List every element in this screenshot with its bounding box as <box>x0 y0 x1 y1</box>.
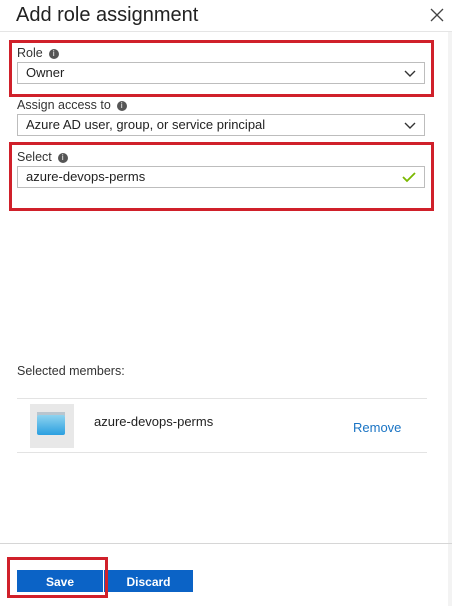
member-divider <box>17 398 427 399</box>
assign-access-dropdown[interactable]: Azure AD user, group, or service princip… <box>17 114 425 136</box>
info-icon[interactable]: i <box>116 100 127 111</box>
member-divider <box>17 452 427 453</box>
save-highlight-frame <box>7 557 108 598</box>
page-title: Add role assignment <box>16 4 199 26</box>
scroll-gutter <box>448 32 452 606</box>
assign-access-value: Azure AD user, group, or service princip… <box>26 117 266 132</box>
selected-members-heading: Selected members: <box>17 364 125 378</box>
role-highlight-frame <box>9 40 434 97</box>
select-highlight-frame <box>9 142 434 211</box>
blade-header: Add role assignment <box>0 0 452 32</box>
close-icon[interactable] <box>428 6 446 24</box>
member-name: azure-devops-perms <box>94 414 214 429</box>
remove-member-link[interactable]: Remove <box>353 420 401 435</box>
assign-access-label: Assign access to i <box>17 98 127 112</box>
assign-access-label-text: Assign access to <box>17 98 111 112</box>
footer-divider <box>0 543 452 544</box>
app-avatar-icon <box>30 404 74 448</box>
discard-button[interactable]: Discard <box>104 570 193 592</box>
chevron-down-icon <box>404 122 416 129</box>
header-divider <box>0 31 452 32</box>
